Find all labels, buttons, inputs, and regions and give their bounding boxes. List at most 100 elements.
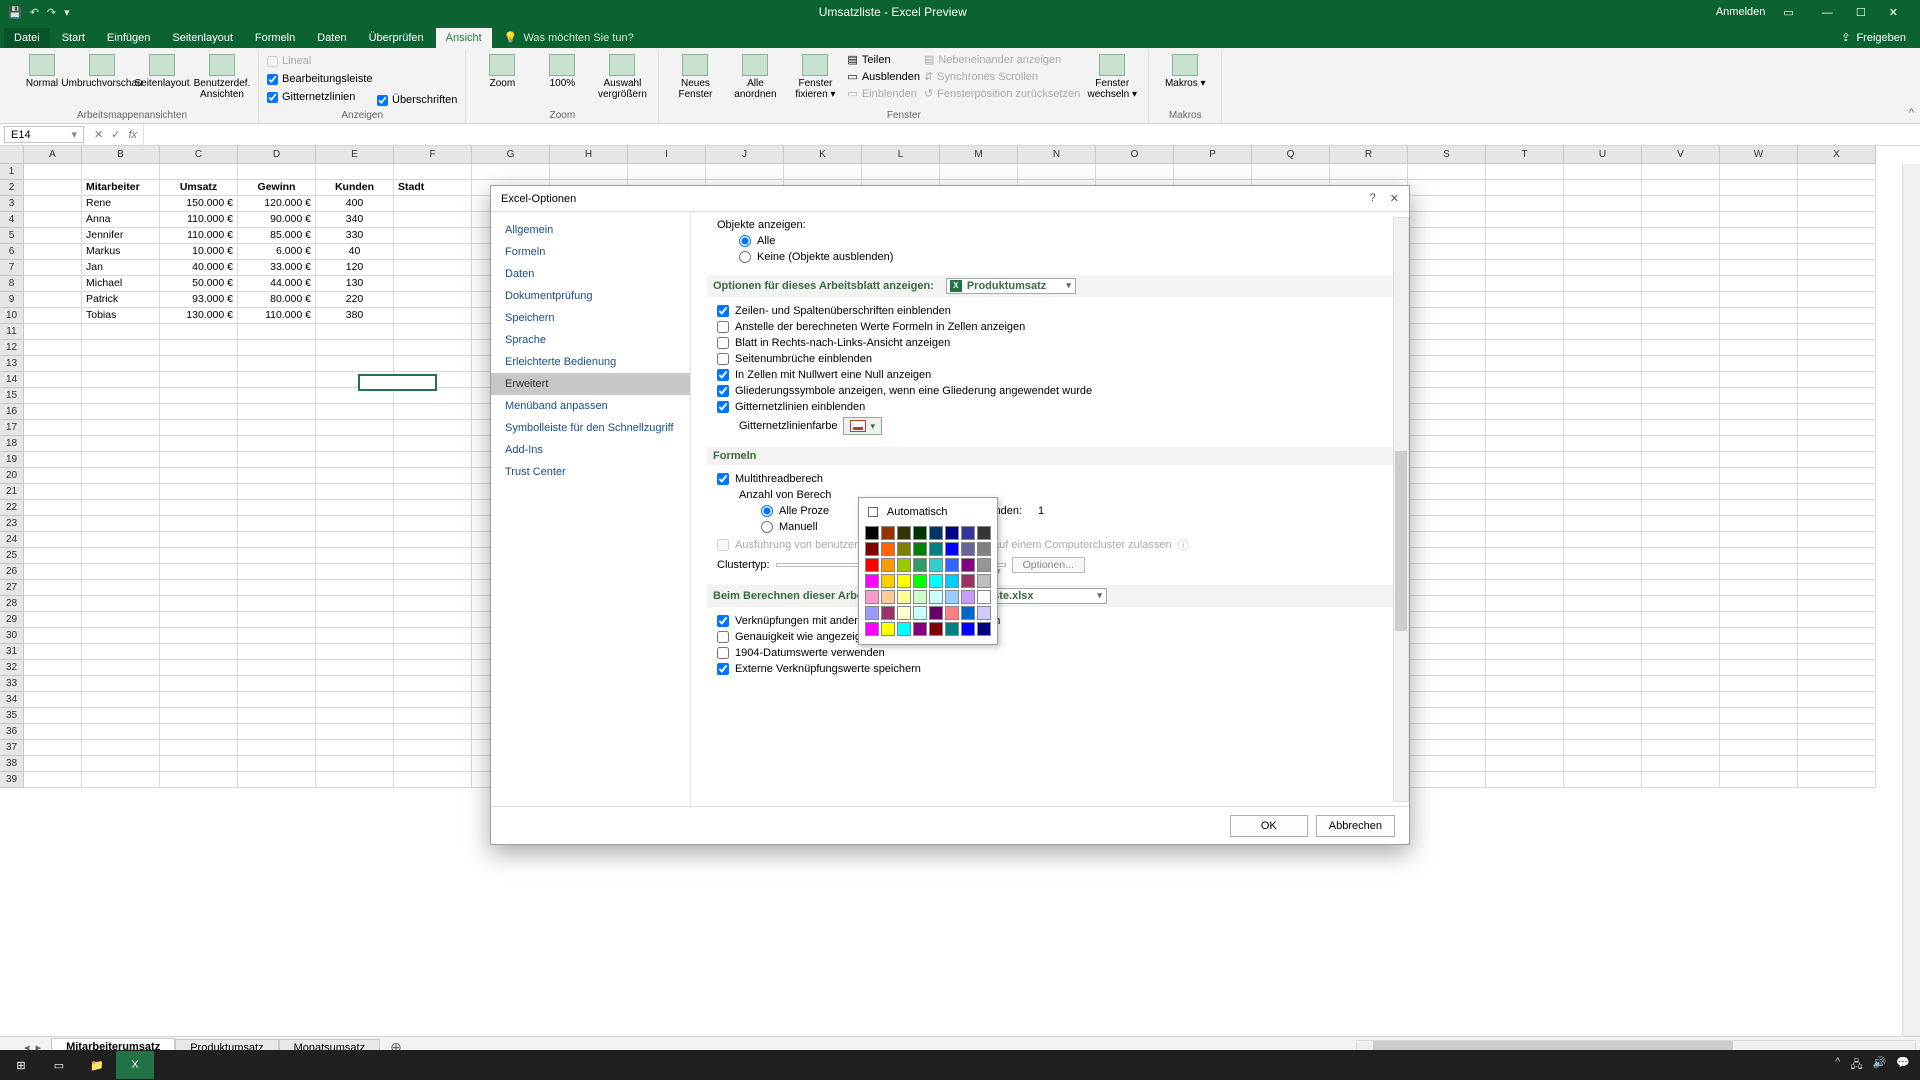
row-header-8[interactable]: 8 <box>0 276 24 292</box>
color-swatch[interactable] <box>961 558 975 572</box>
external-links-checkbox[interactable]: Externe Verknüpfungswerte speichern <box>707 661 1397 677</box>
cell[interactable] <box>1798 372 1876 388</box>
name-box[interactable]: E14 ▾ <box>4 126 84 143</box>
cell[interactable] <box>1486 452 1564 468</box>
cell[interactable] <box>394 740 472 756</box>
cell[interactable] <box>1798 180 1876 196</box>
cell[interactable] <box>1486 244 1564 260</box>
color-swatch[interactable] <box>865 574 879 588</box>
cell[interactable] <box>1564 692 1642 708</box>
cell[interactable] <box>82 372 160 388</box>
cell[interactable] <box>238 532 316 548</box>
cell[interactable] <box>160 388 238 404</box>
cell[interactable] <box>394 340 472 356</box>
cell[interactable] <box>1798 292 1876 308</box>
cell[interactable] <box>1642 708 1720 724</box>
cell[interactable] <box>1564 564 1642 580</box>
cell[interactable] <box>1408 372 1486 388</box>
row-header-9[interactable]: 9 <box>0 292 24 308</box>
cell[interactable] <box>1720 676 1798 692</box>
row-header-22[interactable]: 22 <box>0 500 24 516</box>
new-window-button[interactable]: Neues Fenster <box>667 50 723 100</box>
column-header-K[interactable]: K <box>784 146 862 164</box>
hide-button[interactable]: ▭Ausblenden <box>847 69 920 84</box>
cell[interactable] <box>316 436 394 452</box>
cell[interactable]: Rene <box>82 196 160 212</box>
cell[interactable] <box>940 164 1018 180</box>
cell[interactable] <box>1486 468 1564 484</box>
cell[interactable] <box>1486 612 1564 628</box>
cell[interactable] <box>1798 548 1876 564</box>
cell[interactable] <box>1798 676 1876 692</box>
cell[interactable] <box>160 356 238 372</box>
cell[interactable] <box>82 164 160 180</box>
cell[interactable] <box>1330 164 1408 180</box>
row-header-30[interactable]: 30 <box>0 628 24 644</box>
cell[interactable] <box>1564 708 1642 724</box>
cell[interactable] <box>1486 292 1564 308</box>
color-swatch[interactable] <box>865 606 879 620</box>
cell[interactable] <box>24 708 82 724</box>
freeze-panes-button[interactable]: Fenster fixieren ▾ <box>787 50 843 100</box>
column-header-O[interactable]: O <box>1096 146 1174 164</box>
zoom-button[interactable]: Zoom <box>474 50 530 89</box>
close-icon[interactable]: ✕ <box>1879 7 1908 19</box>
cell[interactable] <box>1486 308 1564 324</box>
color-swatch[interactable] <box>913 622 927 636</box>
cell[interactable] <box>238 660 316 676</box>
column-header-E[interactable]: E <box>316 146 394 164</box>
cell[interactable] <box>316 324 394 340</box>
signin-link[interactable]: Anmelden <box>1716 6 1766 18</box>
nav-advanced[interactable]: Erweitert <box>491 373 690 395</box>
cell[interactable] <box>160 420 238 436</box>
cell[interactable] <box>82 676 160 692</box>
cell[interactable] <box>394 516 472 532</box>
cell[interactable] <box>1564 356 1642 372</box>
cell[interactable] <box>472 164 550 180</box>
cell[interactable] <box>1564 596 1642 612</box>
cell[interactable] <box>1798 324 1876 340</box>
cell[interactable] <box>82 580 160 596</box>
row-header-12[interactable]: 12 <box>0 340 24 356</box>
cell[interactable] <box>1408 660 1486 676</box>
cell[interactable] <box>1642 500 1720 516</box>
cell[interactable] <box>394 564 472 580</box>
cell[interactable] <box>238 452 316 468</box>
cell[interactable] <box>1798 708 1876 724</box>
cell[interactable] <box>82 564 160 580</box>
cell[interactable] <box>1720 164 1798 180</box>
cell[interactable] <box>1564 644 1642 660</box>
cell[interactable] <box>24 612 82 628</box>
row-header-11[interactable]: 11 <box>0 324 24 340</box>
tab-formulas[interactable]: Formeln <box>245 28 305 48</box>
color-swatch[interactable] <box>961 606 975 620</box>
manual-threads-radio[interactable]: Manuell <box>707 519 1397 535</box>
cell[interactable] <box>1798 228 1876 244</box>
cell[interactable] <box>1486 708 1564 724</box>
cell[interactable] <box>24 212 82 228</box>
cell[interactable] <box>1798 580 1876 596</box>
row-header-26[interactable]: 26 <box>0 564 24 580</box>
cell[interactable] <box>1564 676 1642 692</box>
cell[interactable] <box>160 340 238 356</box>
cell[interactable] <box>82 724 160 740</box>
color-swatch[interactable] <box>881 606 895 620</box>
cell[interactable] <box>1564 532 1642 548</box>
color-swatch[interactable] <box>945 622 959 636</box>
cell[interactable] <box>394 644 472 660</box>
cell[interactable] <box>1564 404 1642 420</box>
gridlines-checkbox[interactable]: Gitternetzlinien <box>267 90 355 104</box>
row-header-14[interactable]: 14 <box>0 372 24 388</box>
color-swatch[interactable] <box>945 526 959 540</box>
tray-notifications-icon[interactable]: 💬 <box>1896 1056 1910 1075</box>
color-swatch[interactable] <box>913 606 927 620</box>
cell[interactable] <box>1564 340 1642 356</box>
cell[interactable] <box>24 372 82 388</box>
cell[interactable] <box>1642 772 1720 788</box>
maximize-icon[interactable]: ☐ <box>1846 7 1876 19</box>
ok-button[interactable]: OK <box>1230 815 1308 837</box>
cell[interactable] <box>160 516 238 532</box>
cell[interactable] <box>1720 452 1798 468</box>
cell[interactable] <box>1720 484 1798 500</box>
cell[interactable] <box>1798 276 1876 292</box>
